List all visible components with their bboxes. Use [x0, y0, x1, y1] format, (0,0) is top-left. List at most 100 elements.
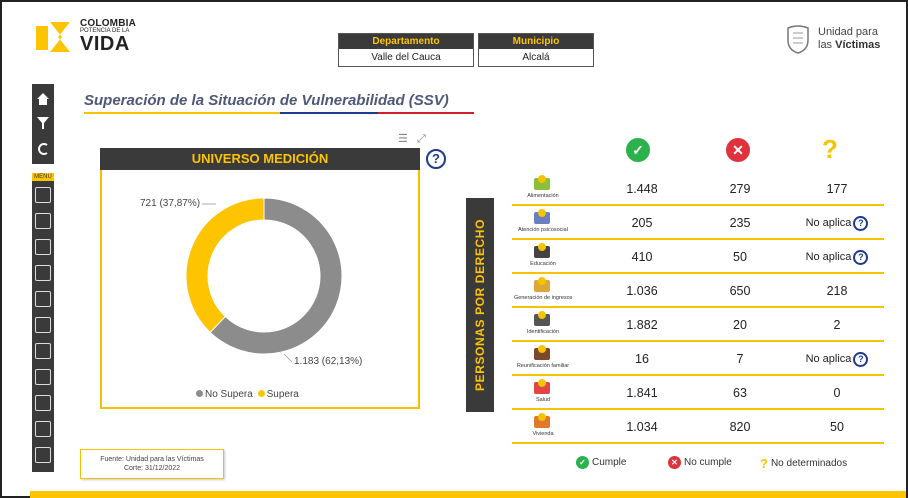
cell-no-cumple: 63 — [733, 386, 747, 400]
cell-no-determinados-value: 50 — [830, 420, 844, 434]
municipality-filter[interactable]: Municipio Alcalá — [478, 33, 594, 67]
psychosocial-icon — [532, 208, 552, 226]
people-icon[interactable] — [35, 213, 51, 229]
cell-no-cumple: 820 — [729, 420, 751, 434]
row-label: Salud — [535, 397, 551, 403]
help-icon[interactable]: ? — [853, 351, 869, 367]
expand-icon[interactable]: ⤢ — [417, 133, 426, 145]
legend-item-supera[interactable]: Supera — [256, 389, 299, 400]
id-card-icon — [532, 310, 552, 328]
help-icon[interactable]: ? — [853, 249, 869, 265]
sidebar-top-panel — [32, 84, 54, 164]
table-row: Alimentación 1.448 279 177 — [512, 172, 884, 206]
people-bar-icon[interactable] — [35, 369, 51, 385]
universe-card-header: UNIVERSO MEDICIÓN — [100, 148, 420, 170]
help-icon[interactable]: ? — [426, 149, 446, 169]
education-icon — [532, 242, 552, 260]
cell-no-cumple: 650 — [729, 284, 751, 298]
refresh-icon[interactable] — [32, 138, 54, 160]
report-icon[interactable] — [35, 447, 51, 463]
row-label: Atención psicosocial — [518, 227, 568, 233]
list-icon[interactable] — [35, 343, 51, 359]
cell-no-determinados: No aplica? — [790, 206, 884, 240]
table-row: Educación 410 50 No aplica? — [512, 240, 884, 274]
row-icon-group: Generación de ingresos — [514, 276, 572, 306]
logo-chevron-icon — [36, 22, 70, 52]
row-label: Generación de ingresos — [514, 295, 573, 301]
cell-no-determinados: 2 — [790, 308, 884, 342]
source-line: Fuente: Unidad para las Víctimas — [100, 456, 204, 463]
cell-no-determinados: 177 — [790, 172, 884, 206]
home-icon[interactable] — [32, 88, 54, 110]
cell-no-cumple: 7 — [736, 352, 744, 366]
cell-no-determinados-value: 0 — [833, 386, 841, 400]
income-icon — [532, 276, 552, 294]
cell-no-cumple: 235 — [729, 216, 751, 230]
national-seal-icon — [787, 25, 809, 54]
row-icon-group: Salud — [520, 378, 564, 408]
cell-no-determinados-value: No aplica — [805, 251, 852, 263]
rights-banner: PERSONAS POR DERECHO — [466, 198, 494, 412]
row-icon-group: Reunificación familiar — [517, 344, 569, 374]
logo-text-vida: VIDA — [80, 33, 130, 55]
cell-no-determinados: 50 — [790, 410, 884, 444]
source-note: Fuente: Unidad para las Víctimas Corte: … — [80, 449, 224, 479]
legend-cumple: ✓ Cumple — [576, 456, 626, 469]
pie-leader-lines — [202, 203, 293, 363]
cell-no-cumple: 279 — [729, 182, 751, 196]
cell-cumple: 410 — [631, 250, 653, 264]
legend-no-determinados: ? No determinados — [760, 456, 848, 471]
person-money-icon[interactable] — [35, 395, 51, 411]
cell-no-determinados: 218 — [790, 274, 884, 308]
building-icon[interactable] — [35, 421, 51, 437]
logo-text-victimas: las Víctimas — [818, 39, 881, 51]
question-icon: ? — [760, 456, 768, 471]
row-label: Identificación — [526, 329, 560, 335]
municipality-filter-value[interactable]: Alcalá — [479, 49, 593, 66]
cell-cumple: 1.882 — [626, 318, 658, 332]
row-label: Alimentación — [527, 193, 559, 199]
row-label: Educación — [530, 261, 556, 267]
table-row: Reunificación familiar 16 7 No aplica? — [512, 342, 884, 376]
cell-no-determinados: No aplica? — [790, 342, 884, 376]
department-filter[interactable]: Departamento Valle del Cauca — [338, 33, 474, 67]
chart-legend: No Supera Supera — [196, 389, 299, 400]
map-icon[interactable] — [35, 317, 51, 333]
x-icon: ✕ — [726, 138, 750, 162]
cutoff-date: Corte: 31/12/2022 — [123, 465, 181, 472]
hand-icon[interactable] — [35, 187, 51, 203]
house-icon — [532, 412, 552, 430]
check-icon: ✓ — [626, 138, 650, 162]
filter-icon[interactable] — [32, 112, 54, 134]
table-row: Identificación 1.882 20 2 — [512, 308, 884, 342]
bar-chart-icon[interactable] — [35, 291, 51, 307]
cell-cumple: 1.036 — [626, 284, 658, 298]
document-icon[interactable] — [35, 239, 51, 255]
visual-tools: ☰ ⤢ — [392, 132, 426, 146]
sidebar: MENU — [32, 84, 54, 472]
row-label: Reunificación familiar — [516, 363, 570, 369]
food-icon — [532, 174, 552, 192]
cell-no-determinados-value: No aplica — [805, 353, 852, 365]
page-title: Superación de la Situación de Vulnerabil… — [84, 92, 449, 109]
help-icon[interactable]: ? — [853, 215, 869, 231]
rights-banner-text: PERSONAS POR DERECHO — [473, 218, 487, 392]
department-filter-label: Departamento — [339, 34, 473, 49]
cell-cumple: 205 — [631, 216, 653, 230]
cell-no-determinados-value: 177 — [826, 182, 848, 196]
filter-lines-icon[interactable]: ☰ — [398, 133, 408, 145]
colombia-potencia-de-la-vida-logo: COLOMBIA POTENCIA DE LA VIDA — [34, 18, 154, 58]
title-underline — [84, 112, 474, 114]
legend-item-no-supera[interactable]: No Supera — [196, 389, 253, 400]
group-chart-icon[interactable] — [35, 265, 51, 281]
unidad-para-las-victimas-logo: Unidad para las Víctimas — [780, 22, 892, 58]
table-row: Generación de ingresos 1.036 650 218 — [512, 274, 884, 308]
cell-no-cumple: 50 — [733, 250, 747, 264]
cell-cumple: 16 — [635, 352, 649, 366]
menu-label: MENU — [32, 173, 54, 181]
department-filter-value[interactable]: Valle del Cauca — [339, 49, 473, 66]
row-label: Vivienda — [532, 431, 554, 437]
cell-no-determinados-value: 218 — [826, 284, 848, 298]
family-icon — [532, 344, 552, 362]
cell-no-determinados-value: 2 — [833, 318, 841, 332]
